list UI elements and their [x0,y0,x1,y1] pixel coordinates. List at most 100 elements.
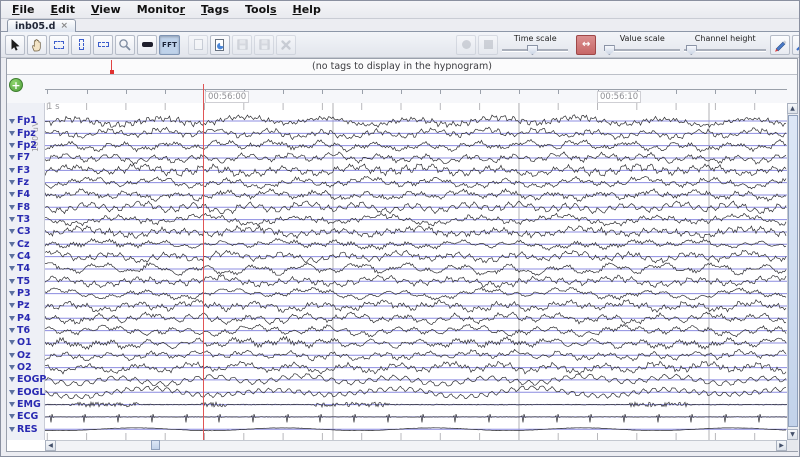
scroll-left-button[interactable]: ◀ [45,440,56,451]
channel-label-F4[interactable]: F4 [9,190,30,200]
channel-name: C4 [17,252,31,262]
scroll-right-button[interactable]: ▶ [776,440,787,451]
channel-label-T3[interactable]: T3 [9,215,30,225]
channel-dropdown-icon[interactable] [9,254,15,259]
channel-dropdown-icon[interactable] [9,377,15,382]
fit-time-scale-button[interactable]: ↔ [576,35,596,55]
channel-dropdown-icon[interactable] [9,119,15,124]
channel-dropdown-icon[interactable] [9,217,15,222]
menu-view[interactable]: View [84,2,128,17]
select-col-icon [79,39,84,50]
ruler-time-label-0: 00:56:00 [205,91,249,103]
channel-label-F3[interactable]: F3 [9,165,30,175]
horizontal-scrollbar-thumb[interactable] [151,440,160,450]
channel-name: Fp2 [17,141,37,151]
channel-name: EOGP [17,375,46,385]
value-scale-slider[interactable] [604,45,680,55]
channel-label-Fp1[interactable]: Fp1 [9,116,37,126]
vertical-scrollbar-thumb[interactable] [788,115,798,427]
channel-dropdown-icon[interactable] [9,340,15,345]
channel-label-Fpz[interactable]: Fpz [9,128,36,138]
channel-dropdown-icon[interactable] [9,291,15,296]
channel-dropdown-icon[interactable] [9,427,15,432]
channel-label-RES[interactable]: RES [9,424,38,434]
channel-dropdown-icon[interactable] [9,353,15,358]
menu-edit[interactable]: Edit [44,2,82,17]
channel-dropdown-icon[interactable] [9,365,15,370]
channel-label-C3[interactable]: C3 [9,227,31,237]
channel-dropdown-icon[interactable] [9,155,15,160]
channel-dropdown-icon[interactable] [9,205,15,210]
channel-dropdown-icon[interactable] [9,316,15,321]
channel-dropdown-icon[interactable] [9,279,15,284]
hypnogram-strip[interactable]: (no tags to display in the hypnogram) [7,59,797,75]
channel-dropdown-icon[interactable] [9,328,15,333]
signal-position-cursor[interactable] [203,84,204,440]
channel-label-O1[interactable]: O1 [9,338,32,348]
channel-label-Cz[interactable]: Cz [9,239,30,249]
channel-label-EOGL[interactable]: EOGL [9,387,45,397]
select-area-tool-button[interactable] [49,35,69,55]
channel-label-Pz[interactable]: Pz [9,301,30,311]
fft-tool-button[interactable]: FFT [159,35,180,55]
channel-dropdown-icon[interactable] [9,143,15,148]
time-scale-slider[interactable] [502,45,568,55]
tab-inb05[interactable]: inb05.d × [7,19,76,32]
channel-dropdown-icon[interactable] [9,242,15,247]
vertical-scrollbar[interactable]: ▲▼ [787,103,798,440]
channel-height-slider[interactable] [684,45,766,55]
channel-dropdown-icon[interactable] [9,180,15,185]
time-ruler[interactable]: + 00:56:0000:56:10 [7,75,797,103]
tab-close-icon[interactable]: × [60,21,68,31]
channel-dropdown-icon[interactable] [9,229,15,234]
scroll-up-button[interactable]: ▲ [787,103,798,114]
channel-dropdown-icon[interactable] [9,414,15,419]
signal-plot[interactable]: 1 s 100 uV Fp1FpzFp2F7F3FzF4F8T3C3CzC4T4… [7,103,787,440]
signal-preferences-button[interactable] [792,35,800,55]
pointer-tool-button[interactable] [5,35,25,55]
menu-help[interactable]: Help [286,2,328,17]
measure-tool-button[interactable] [137,35,157,55]
channel-label-F8[interactable]: F8 [9,202,30,212]
menu-tools[interactable]: Tools [238,2,284,17]
channel-label-P4[interactable]: P4 [9,313,31,323]
channel-label-T6[interactable]: T6 [9,326,30,336]
channel-label-T5[interactable]: T5 [9,276,30,286]
channel-label-EOGP[interactable]: EOGP [9,375,46,385]
value-scale-slider-thumb[interactable] [604,45,615,55]
menu-monitor[interactable]: Monitor [130,2,192,17]
horizontal-scrollbar[interactable]: ◀▶ [45,440,787,451]
channel-label-Oz[interactable]: Oz [9,350,31,360]
time-scale-slider-thumb[interactable] [527,45,538,55]
channel-label-ECG[interactable]: ECG [9,412,38,422]
open-tag-button[interactable] [210,35,230,55]
channel-dropdown-icon[interactable] [9,131,15,136]
channel-dropdown-icon[interactable] [9,266,15,271]
channel-name: P3 [17,289,31,299]
channel-dropdown-icon[interactable] [9,402,15,407]
scroll-down-button[interactable]: ▼ [787,429,798,440]
select-row-tool-button[interactable] [93,35,113,55]
channel-dropdown-icon[interactable] [9,168,15,173]
channel-label-P3[interactable]: P3 [9,289,31,299]
add-tag-button[interactable]: + [9,78,23,92]
pan-tool-button[interactable] [27,35,47,55]
channel-label-Fz[interactable]: Fz [9,178,29,188]
zoom-tool-button[interactable] [115,35,135,55]
menu-tags[interactable]: Tags [194,2,236,17]
channel-label-T4[interactable]: T4 [9,264,30,274]
channel-dropdown-icon[interactable] [9,390,15,395]
channel-label-F7[interactable]: F7 [9,153,30,163]
channel-dropdown-icon[interactable] [9,303,15,308]
channel-dropdown-icon[interactable] [9,192,15,197]
channel-height-slider-thumb[interactable] [686,45,697,55]
edit-montage-button[interactable] [770,35,790,55]
channel-label-C4[interactable]: C4 [9,252,31,262]
select-column-tool-button[interactable] [71,35,91,55]
menu-file[interactable]: File [5,2,42,17]
channel-label-O2[interactable]: O2 [9,363,32,373]
channel-name: F3 [17,166,30,176]
channel-label-Fp2[interactable]: Fp2 [9,141,37,151]
value-scale-label: Value scale [620,34,665,43]
channel-label-EMG[interactable]: EMG [9,400,41,410]
